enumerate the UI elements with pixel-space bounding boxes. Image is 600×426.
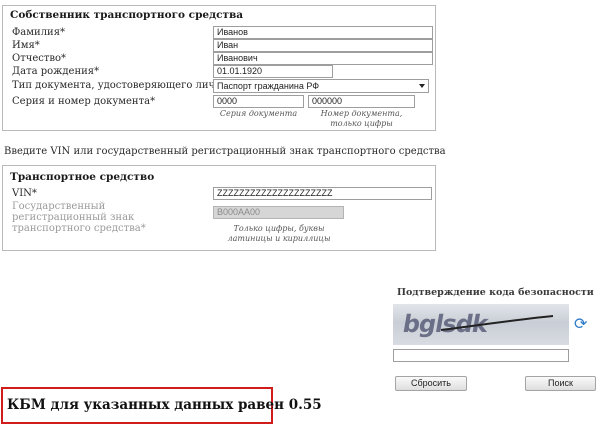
doc-series-input[interactable]: 0000 [213,95,304,108]
patronymic-input[interactable]: Иванович [213,52,433,65]
vehicle-section-title: Транспортное средство [10,171,155,183]
doc-type-select[interactable]: Паспорт гражданина РФ [213,79,429,93]
captcha-title: Подтверждение кода безопасности [397,287,594,298]
birth-date-label: Дата рождения* [12,66,100,77]
doc-number-hint: Номер документа, только цифры [320,109,403,128]
name-input[interactable]: Иван [213,39,433,52]
reg-plate-input: В000АА00 [213,206,344,219]
reg-plate-hint: Только цифры, буквы латиницы и кириллицы [227,224,331,243]
name-label: Имя* [12,40,40,51]
patronymic-label: Отчество* [12,53,67,64]
doc-type-value: Паспорт гражданина РФ [217,81,320,91]
reg-plate-label: Государственный регистрационный знак тра… [12,201,146,234]
vin-input[interactable]: ZZZZZZZZZZZZZZZZZZZZZ [213,187,432,200]
captcha-input[interactable] [393,349,569,362]
captcha-noise-line [440,315,554,331]
doc-type-label: Тип документа, удостоверяющего личность [12,80,245,91]
vin-label: VIN* [12,188,37,199]
surname-label: Фамилия* [12,27,66,38]
captcha-image: bglsdk [393,304,569,345]
chevron-down-icon [419,84,425,88]
search-button[interactable]: Поиск [525,376,596,391]
doc-number-label: Серия и номер документа* [12,96,156,107]
result-text: КБМ для указанных данных равен 0.55 [7,397,322,413]
owner-section-title: Собственник транспортного средства [10,9,244,21]
doc-number-input[interactable]: 000000 [308,95,415,108]
reset-button[interactable]: Сбросить [395,376,467,391]
doc-series-hint: Серия документа [219,109,298,118]
vehicle-intro-text: Введите VIN или государственный регистра… [4,146,446,157]
surname-input[interactable]: Иванов [213,26,433,39]
refresh-icon[interactable]: ⟳ [574,314,587,333]
birth-date-input[interactable]: 01.01.1920 [213,65,333,78]
